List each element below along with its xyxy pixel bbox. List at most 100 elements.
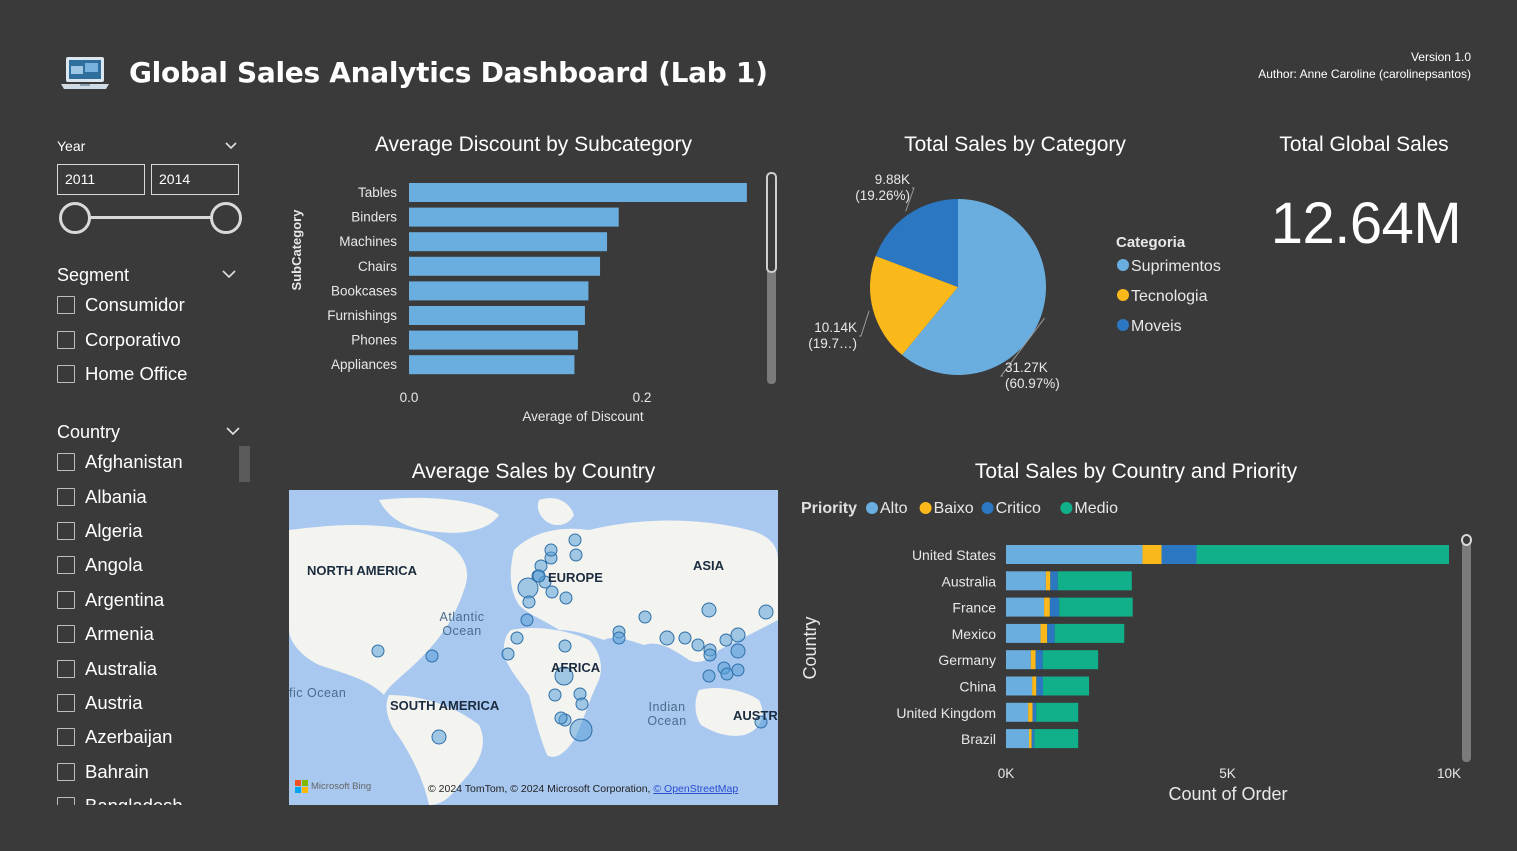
map-bubble-icon	[544, 543, 558, 557]
checkbox[interactable]	[57, 296, 75, 315]
priority-bar-segment	[1006, 545, 1143, 564]
discount-category-label: Furnishings	[327, 308, 397, 323]
checkbox[interactable]	[57, 521, 75, 540]
priority-chart-scroll-thumb[interactable]	[1461, 534, 1472, 546]
country-list-scrollbar[interactable]	[239, 446, 250, 482]
priority-country-label: United States	[912, 547, 996, 563]
segment-option[interactable]: Consumidor	[57, 288, 247, 322]
category-legend-title: Categoria	[1116, 234, 1186, 251]
priority-country-label: United Kingdom	[896, 705, 996, 721]
priority-country-label: Brazil	[961, 731, 996, 747]
map-title: Average Sales by Country	[411, 460, 656, 483]
country-option[interactable]: Bahrain	[57, 755, 237, 789]
map-label-asia: ASIA	[693, 558, 725, 573]
kpi-value: 12.64M	[1270, 191, 1462, 256]
priority-bar-segment	[1032, 676, 1037, 696]
map-label-atlantic: Atlantic Ocean	[439, 610, 485, 638]
category-pie-chart[interactable]: 31.27K(60.97%) 10.14K(19.7…) 9.88K(19.26%)…	[800, 170, 1240, 410]
priority-bar-segment	[1006, 650, 1031, 670]
checkbox[interactable]	[57, 625, 75, 644]
map-bubble-icon	[520, 613, 534, 627]
country-option[interactable]: Argentina	[57, 583, 237, 617]
priority-bar-segment	[1029, 729, 1032, 749]
discount-chart-scroll-thumb[interactable]	[766, 172, 777, 273]
checkbox[interactable]	[57, 590, 75, 609]
map-copyright: © 2024 TomTom, © 2024 Microsoft Corporat…	[428, 783, 739, 795]
priority-bar-segment	[1006, 623, 1041, 643]
segment-option[interactable]: Home Office	[57, 357, 247, 391]
checkbox[interactable]	[57, 693, 75, 712]
country-option[interactable]: Bangladesh	[57, 789, 237, 805]
pie-value-label: 9.88K	[875, 172, 910, 187]
checkbox[interactable]	[57, 487, 75, 506]
checkbox[interactable]	[57, 556, 75, 575]
year-slider-end-handle[interactable]	[210, 202, 242, 234]
priority-stacked-bar-chart[interactable]: Priority Alto Baixo Critico Medio Country C…	[795, 490, 1465, 805]
pie-value-label: 31.27K	[1005, 360, 1048, 375]
priority-bar-segment	[1035, 650, 1043, 670]
checkbox[interactable]	[57, 364, 75, 383]
year-slider-track[interactable]	[74, 216, 226, 219]
map-bubble-icon	[569, 718, 593, 742]
category-legend-item: Tecnologia	[1131, 288, 1208, 305]
priority-bar-segment	[1036, 702, 1079, 722]
country-option[interactable]: Australia	[57, 651, 237, 685]
year-to-input[interactable]: 2014	[151, 164, 239, 195]
map-bubble-icon	[730, 643, 746, 659]
map-bubble-icon	[731, 663, 745, 677]
pie-value-label: 10.14K	[814, 320, 857, 335]
priority-country-label: Mexico	[952, 626, 997, 642]
priority-country-label: Germany	[938, 652, 996, 668]
country-option[interactable]: Algeria	[57, 514, 237, 548]
chevron-down-icon[interactable]	[222, 267, 236, 281]
country-option[interactable]: Austria	[57, 686, 237, 720]
year-from-input[interactable]: 2011	[57, 164, 145, 195]
map-bubble-icon	[510, 631, 524, 645]
priority-bar-segment	[1057, 571, 1132, 591]
map-bubble-icon	[575, 697, 589, 711]
map-bubble-icon	[371, 644, 385, 658]
priority-chart-scrollbar[interactable]	[1462, 540, 1471, 762]
checkbox[interactable]	[57, 453, 75, 472]
country-option[interactable]: Armenia	[57, 617, 237, 651]
author-label: Author: Anne Caroline (carolinepsantos)	[1258, 67, 1471, 81]
checkbox[interactable]	[57, 762, 75, 781]
map-label-indian: Indian Ocean	[647, 700, 687, 728]
checkbox[interactable]	[57, 330, 75, 349]
pie-leader-line	[859, 310, 870, 337]
discount-x-tick: 0.0	[400, 390, 419, 405]
segment-option[interactable]: Corporativo	[57, 322, 247, 356]
category-legend-item: Moveis	[1131, 318, 1182, 335]
country-option[interactable]: Azerbaijan	[57, 720, 237, 754]
country-options: Afghanistan Albania Algeria Angola Argen…	[57, 445, 237, 805]
map-bubble-icon	[558, 639, 572, 653]
priority-x-axis-title: Count of Order	[1168, 784, 1287, 804]
priority-bar-segment	[1031, 729, 1035, 749]
checkbox[interactable]	[57, 728, 75, 747]
map-label-africa: AFRICA	[551, 660, 601, 675]
segment-slicer-title: Segment	[57, 265, 130, 285]
legend-dot-icon	[1117, 319, 1129, 331]
country-option[interactable]: Albania	[57, 479, 237, 513]
pie-percent-label: (19.7…)	[808, 336, 857, 351]
priority-bar-segment	[1006, 702, 1029, 722]
sales-map[interactable]: NORTH AMERICA EUROPE ASIA Atlantic Ocean…	[289, 490, 778, 805]
country-option[interactable]: Afghanistan	[57, 445, 237, 479]
kpi-title: Total Global Sales	[1279, 133, 1449, 156]
country-option[interactable]: Angola	[57, 548, 237, 582]
priority-legend-item: Medio	[1074, 500, 1118, 517]
checkbox[interactable]	[57, 659, 75, 678]
chevron-down-icon[interactable]	[226, 424, 240, 438]
priority-legend-title: Priority	[801, 500, 857, 517]
map-label-south-america: SOUTH AMERICA	[390, 698, 500, 713]
discount-bar	[409, 355, 575, 375]
openstreetmap-link[interactable]: © OpenStreetMap	[653, 783, 738, 795]
map-bubble-icon	[638, 610, 652, 624]
checkbox[interactable]	[57, 797, 75, 805]
country-slicer-title: Country	[57, 422, 121, 442]
year-slider-start-handle[interactable]	[59, 202, 91, 234]
discount-bar	[409, 281, 589, 301]
discount-bar-chart[interactable]: SubCategory Average of Discount Tables Bi…	[280, 170, 790, 430]
chevron-down-icon[interactable]	[224, 139, 238, 153]
priority-bar-segment	[1034, 729, 1079, 749]
